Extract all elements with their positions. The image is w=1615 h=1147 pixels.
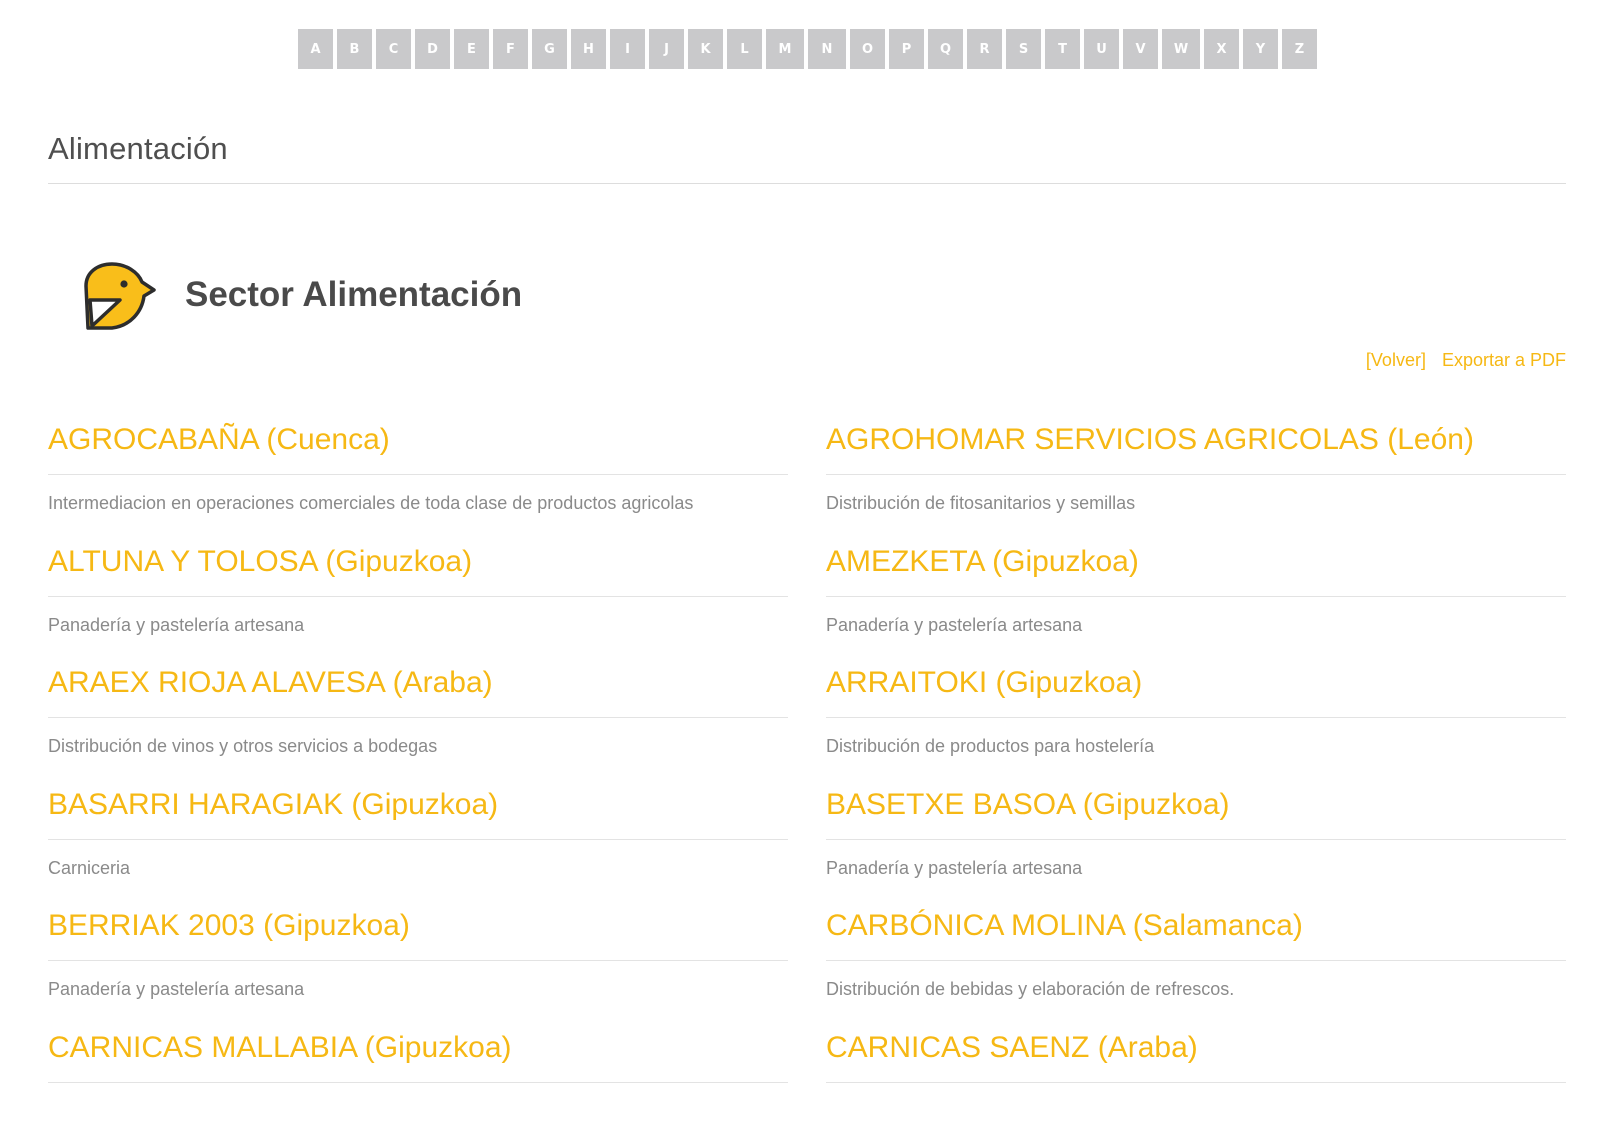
company-name-link[interactable]: ARRAITOKI (Gipuzkoa) [826, 666, 1142, 700]
alphabet-letter-u[interactable]: U [1084, 29, 1119, 69]
company-entry: ARAEX RIOJA ALAVESA (Araba) Distribución … [48, 661, 788, 783]
company-entry: AGROHOMAR SERVICIOS AGRICOLAS (León) Dist… [826, 418, 1566, 540]
company-divider [48, 596, 788, 597]
company-name-link[interactable]: BASARRI HARAGIAK (Gipuzkoa) [48, 788, 498, 822]
alphabet-letter-o[interactable]: O [850, 29, 885, 69]
company-name-link[interactable]: AMEZKETA (Gipuzkoa) [826, 545, 1139, 579]
company-description: Panadería y pastelería artesana [48, 979, 304, 1000]
company-description: Panadería y pastelería artesana [48, 615, 304, 636]
company-name-link[interactable]: ALTUNA Y TOLOSA (Gipuzkoa) [48, 545, 472, 579]
company-divider [826, 717, 1566, 718]
company-entry: BERRIAK 2003 (Gipuzkoa) Panadería y paste… [48, 904, 788, 1026]
company-description: Carniceria [48, 858, 130, 879]
company-divider [48, 717, 788, 718]
company-name-link[interactable]: ARAEX RIOJA ALAVESA (Araba) [48, 666, 493, 700]
alphabet-letter-x[interactable]: X [1204, 29, 1239, 69]
company-name-link[interactable]: BERRIAK 2003 (Gipuzkoa) [48, 909, 410, 943]
company-divider [826, 1082, 1566, 1083]
company-divider [48, 960, 788, 961]
alphabet-letter-d[interactable]: D [415, 29, 450, 69]
company-list-right: AGROHOMAR SERVICIOS AGRICOLAS (León) Dist… [826, 418, 1566, 1147]
company-description: Distribución de productos para hostelerí… [826, 736, 1154, 757]
alphabet-letter-p[interactable]: P [889, 29, 924, 69]
company-description: Distribución de fitosanitarios y semilla… [826, 493, 1135, 514]
alphabet-letter-n[interactable]: N [808, 29, 846, 69]
company-entry: BASETXE BASOA (Gipuzkoa) Panadería y past… [826, 783, 1566, 905]
company-entry: ALTUNA Y TOLOSA (Gipuzkoa) Panadería y pa… [48, 540, 788, 662]
company-entry: CARBÓNICA MOLINA (Salamanca) Distribución… [826, 904, 1566, 1026]
company-name-link[interactable]: AGROHOMAR SERVICIOS AGRICOLAS (León) [826, 423, 1474, 457]
company-name-link[interactable]: BASETXE BASOA (Gipuzkoa) [826, 788, 1230, 822]
company-divider [48, 1082, 788, 1083]
page-title: Alimentación [48, 131, 228, 167]
alphabet-letter-f[interactable]: F [493, 29, 528, 69]
company-description: Panadería y pastelería artesana [826, 615, 1082, 636]
bird-icon [82, 262, 158, 332]
company-entry: CARNICAS MALLABIA (Gipuzkoa) [48, 1026, 788, 1147]
alphabet-letter-y[interactable]: Y [1243, 29, 1278, 69]
alphabet-nav: ABCDEFGHIJKLMNOPQRSTUVWXYZ [0, 29, 1615, 69]
page-actions: [Volver] Exportar a PDF [1366, 350, 1566, 371]
export-pdf-link[interactable]: Exportar a PDF [1442, 350, 1566, 371]
alphabet-letter-k[interactable]: K [688, 29, 723, 69]
company-divider [826, 839, 1566, 840]
alphabet-letter-m[interactable]: M [766, 29, 804, 69]
company-entry: ARRAITOKI (Gipuzkoa) Distribución de prod… [826, 661, 1566, 783]
title-divider [48, 183, 1566, 184]
alphabet-letter-c[interactable]: C [376, 29, 411, 69]
alphabet-letter-h[interactable]: H [571, 29, 606, 69]
company-description: Distribución de vinos y otros servicios … [48, 736, 437, 757]
alphabet-letter-w[interactable]: W [1162, 29, 1200, 69]
alphabet-letter-r[interactable]: R [967, 29, 1002, 69]
alphabet-letter-z[interactable]: Z [1282, 29, 1317, 69]
alphabet-letter-e[interactable]: E [454, 29, 489, 69]
alphabet-letter-t[interactable]: T [1045, 29, 1080, 69]
alphabet-letter-i[interactable]: I [610, 29, 645, 69]
alphabet-letter-g[interactable]: G [532, 29, 567, 69]
company-divider [826, 474, 1566, 475]
alphabet-letter-l[interactable]: L [727, 29, 762, 69]
company-description: Distribución de bebidas y elaboración de… [826, 979, 1234, 1000]
alphabet-letter-v[interactable]: V [1123, 29, 1158, 69]
company-entry: AMEZKETA (Gipuzkoa) Panadería y pastelerí… [826, 540, 1566, 662]
alphabet-letter-s[interactable]: S [1006, 29, 1041, 69]
company-list-left: AGROCABAÑA (Cuenca) Intermediacion en ope… [48, 418, 788, 1147]
company-entry: CARNICAS SAENZ (Araba) [826, 1026, 1566, 1147]
sector-title: Sector Alimentación [185, 275, 522, 315]
company-name-link[interactable]: CARNICAS SAENZ (Araba) [826, 1031, 1198, 1065]
company-name-link[interactable]: CARNICAS MALLABIA (Gipuzkoa) [48, 1031, 512, 1065]
company-entry: AGROCABAÑA (Cuenca) Intermediacion en ope… [48, 418, 788, 540]
company-name-link[interactable]: AGROCABAÑA (Cuenca) [48, 423, 390, 457]
back-link[interactable]: [Volver] [1366, 350, 1426, 371]
company-description: Intermediacion en operaciones comerciale… [48, 493, 693, 514]
alphabet-letter-a[interactable]: A [298, 29, 333, 69]
alphabet-letter-j[interactable]: J [649, 29, 684, 69]
company-divider [826, 960, 1566, 961]
company-description: Panadería y pastelería artesana [826, 858, 1082, 879]
company-divider [826, 596, 1566, 597]
company-entry: BASARRI HARAGIAK (Gipuzkoa) Carniceria [48, 783, 788, 905]
alphabet-letter-b[interactable]: B [337, 29, 372, 69]
company-divider [48, 839, 788, 840]
alphabet-letter-q[interactable]: Q [928, 29, 963, 69]
company-divider [48, 474, 788, 475]
company-name-link[interactable]: CARBÓNICA MOLINA (Salamanca) [826, 909, 1303, 943]
